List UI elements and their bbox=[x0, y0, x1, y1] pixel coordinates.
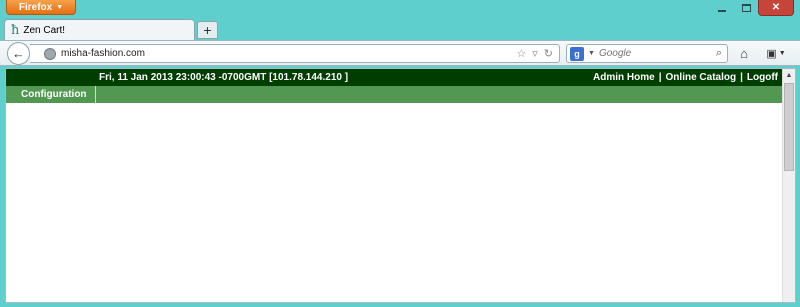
chevron-down-icon: ▼ bbox=[778, 50, 786, 57]
minimize-icon bbox=[718, 10, 726, 12]
zencart-favicon-icon: ħ bbox=[11, 22, 20, 38]
url-bar[interactable]: misha-fashion.com ☆ ▿ ↻ bbox=[30, 44, 560, 63]
search-bar[interactable]: g ▼ ⌕ bbox=[566, 44, 728, 63]
reload-icon[interactable]: ↻ bbox=[544, 47, 553, 60]
search-icon[interactable]: ⌕ bbox=[716, 47, 722, 60]
firefox-menu-button[interactable]: Firefox ▼ bbox=[6, 0, 76, 15]
home-icon: ⌂ bbox=[740, 46, 748, 61]
menu-item-configuration[interactable]: Configuration bbox=[6, 86, 96, 103]
home-button[interactable]: ⌂ bbox=[735, 44, 753, 63]
window-titlebar: Firefox ▼ ✕ ħ Zen Cart! + bbox=[0, 0, 800, 40]
plus-icon: + bbox=[203, 22, 212, 38]
vertical-scrollbar[interactable]: ▲ bbox=[782, 69, 795, 302]
window-controls: ✕ bbox=[710, 0, 794, 16]
logoff-link[interactable]: Logoff bbox=[747, 72, 778, 83]
browser-tab[interactable]: ħ Zen Cart! bbox=[4, 19, 195, 40]
link-separator: | bbox=[740, 72, 743, 83]
minimize-button[interactable] bbox=[710, 0, 734, 16]
bookmarks-menu-button[interactable]: ▣ ▼ bbox=[763, 44, 789, 63]
admin-menu-bar: Configuration bbox=[6, 86, 782, 103]
google-search-engine-icon[interactable]: g bbox=[570, 46, 584, 61]
scroll-up-arrow-icon[interactable]: ▲ bbox=[783, 69, 795, 82]
new-tab-button[interactable]: + bbox=[197, 21, 218, 39]
header-datetime: Fri, 11 Jan 2013 23:00:43 -0700GMT [101.… bbox=[99, 72, 349, 83]
firefox-menu-label: Firefox bbox=[18, 1, 53, 13]
page-content: Fri, 11 Jan 2013 23:00:43 -0700GMT [101.… bbox=[5, 68, 796, 303]
close-window-button[interactable]: ✕ bbox=[758, 0, 794, 16]
admin-header-bar: Fri, 11 Jan 2013 23:00:43 -0700GMT [101.… bbox=[6, 69, 782, 86]
history-dropdown-icon[interactable]: ▿ bbox=[532, 47, 538, 60]
maximize-button[interactable] bbox=[734, 0, 758, 16]
site-identity-icon[interactable] bbox=[44, 47, 56, 60]
maximize-icon bbox=[741, 4, 751, 12]
header-links: Admin Home | Online Catalog | Logoff bbox=[593, 72, 778, 83]
online-catalog-link[interactable]: Online Catalog bbox=[666, 72, 737, 83]
star-bookmark-icon[interactable]: ☆ bbox=[516, 47, 526, 60]
chevron-down-icon: ▼ bbox=[56, 3, 64, 11]
close-icon: ✕ bbox=[771, 2, 781, 13]
chevron-down-icon[interactable]: ▼ bbox=[588, 50, 595, 57]
search-input[interactable] bbox=[598, 48, 716, 59]
scrollbar-thumb[interactable] bbox=[784, 83, 794, 171]
bookmarks-icon: ▣ bbox=[766, 48, 777, 60]
tab-title: Zen Cart! bbox=[23, 24, 66, 36]
navigation-toolbar: misha-fashion.com ☆ ▿ ↻ ← g ▼ ⌕ ⌂ ▣ ▼ bbox=[0, 40, 800, 66]
url-text[interactable]: misha-fashion.com bbox=[61, 48, 516, 59]
link-separator: | bbox=[658, 72, 662, 83]
back-arrow-icon: ← bbox=[12, 46, 25, 61]
admin-home-link[interactable]: Admin Home bbox=[593, 72, 655, 83]
back-button[interactable]: ← bbox=[7, 42, 30, 65]
